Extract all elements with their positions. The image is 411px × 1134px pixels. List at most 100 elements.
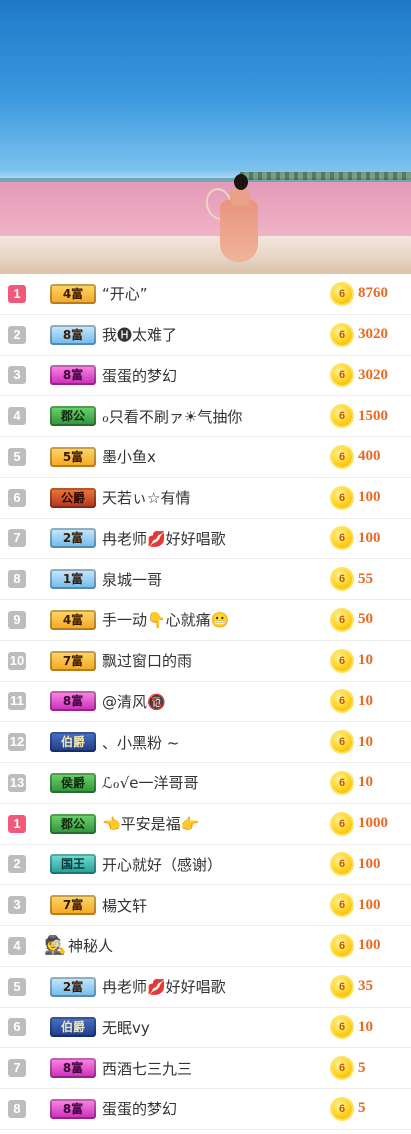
user-name[interactable]: ℒℴ√e一洋哥哥	[102, 772, 199, 793]
user-name[interactable]: 蛋蛋的梦幻	[102, 365, 177, 386]
gift-amount: 100	[358, 529, 381, 546]
ranking-row[interactable]: 8 8富 蛋蛋的梦幻 6 5	[0, 1089, 411, 1130]
rank-number: 9	[8, 610, 26, 629]
level-badge: 7富	[50, 895, 96, 916]
level-badge: 4富	[50, 609, 96, 630]
gift-amount: 100	[358, 489, 381, 506]
level-badge: 伯爵	[50, 732, 96, 753]
ranking-row[interactable]: 2 国王 开心就好（感谢） 6 100	[0, 845, 411, 886]
level-badge: 8富	[50, 324, 96, 345]
coin-icon: 6	[332, 732, 352, 753]
user-name[interactable]: 楊文轩	[102, 895, 147, 916]
user-name[interactable]: 冉老师💋好好唱歌	[102, 528, 226, 549]
ranking-row[interactable]: 6 公爵 天若ぃ☆有情 6 100	[0, 478, 411, 519]
coin-icon: 6	[332, 528, 352, 549]
pink-lake	[0, 182, 411, 242]
sand-shore	[0, 236, 411, 274]
user-name[interactable]: 无眠vy	[102, 1017, 150, 1038]
level-badge: 2富	[50, 528, 96, 549]
coin-icon: 6	[332, 1017, 352, 1038]
ranking-row[interactable]: 5 5富 墨小鱼x 6 400	[0, 437, 411, 478]
ranking-row[interactable]: 4 郡公 ℴ只看不刷ァ☀气抽你 6 1500	[0, 396, 411, 437]
gift-amount: 10	[358, 692, 373, 709]
cover-photo	[0, 0, 411, 274]
coin-icon: 6	[332, 1058, 352, 1079]
ranking-row[interactable]: 1 4富 “开心” 6 8760	[0, 274, 411, 315]
gift-amount: 100	[358, 855, 381, 872]
ranking-row[interactable]: 9 4富 手一动👇心就痛😬 6 50	[0, 600, 411, 641]
ranking-row[interactable]: 4 🕵 神秘人 6 100	[0, 926, 411, 967]
user-name[interactable]: 开心就好（感谢）	[102, 854, 222, 875]
gift-amount: 55	[358, 570, 373, 587]
gift-amount: 8760	[358, 285, 388, 302]
rank-number: 2	[8, 855, 26, 874]
ranking-row[interactable]: 3 7富 楊文轩 6 100	[0, 885, 411, 926]
user-name[interactable]: 我🅗太难了	[102, 324, 177, 345]
gift-amount: 10	[358, 652, 373, 669]
gift-amount: 100	[358, 937, 381, 954]
ranking-row[interactable]: 1 郡公 👈平安是福👉 6 1000	[0, 804, 411, 845]
rank-number: 1	[8, 284, 26, 303]
level-badge: 国王	[50, 854, 96, 875]
ranking-row[interactable]: 3 8富 蛋蛋的梦幻 6 3020	[0, 356, 411, 397]
spy-avatar-icon: 🕵	[44, 934, 67, 956]
user-name[interactable]: 👈平安是福👉	[102, 813, 199, 834]
gift-amount: 50	[358, 611, 373, 628]
level-badge: 2富	[50, 976, 96, 997]
ranking-row[interactable]: 13 侯爵 ℒℴ√e一洋哥哥 6 10	[0, 763, 411, 804]
coin-icon: 6	[332, 772, 352, 793]
rank-number: 6	[8, 1018, 26, 1037]
level-badge: 侯爵	[50, 772, 96, 793]
user-name[interactable]: 神秘人	[68, 935, 113, 956]
user-name[interactable]: 冉老师💋好好唱歌	[102, 976, 226, 997]
ranking-row[interactable]: 6 伯爵 无眠vy 6 10	[0, 1008, 411, 1049]
ranking-row[interactable]: 5 2富 冉老师💋好好唱歌 6 35	[0, 967, 411, 1008]
user-name[interactable]: ℴ只看不刷ァ☀气抽你	[102, 406, 242, 427]
user-name[interactable]: 墨小鱼x	[102, 446, 156, 467]
level-badge: 8富	[50, 691, 96, 712]
rank-number: 4	[8, 936, 26, 955]
user-name[interactable]: “开心”	[102, 283, 148, 304]
user-name[interactable]: 飘过窗口的雨	[102, 650, 192, 671]
user-name[interactable]: 泉城一哥	[102, 569, 162, 590]
user-name[interactable]: @清风🔞	[102, 691, 166, 712]
rank-number: 3	[8, 896, 26, 915]
ranking-row[interactable]: 12 伯爵 、小黑粉 ~ 6 10	[0, 722, 411, 763]
gift-amount: 35	[358, 978, 373, 995]
user-name[interactable]: 、小黑粉 ~	[102, 732, 179, 753]
user-name[interactable]: 天若ぃ☆有情	[102, 487, 190, 508]
level-badge: 8富	[50, 365, 96, 386]
ranking-row[interactable]: 10 7富 飘过窗口的雨 6 10	[0, 641, 411, 682]
coin-icon: 6	[332, 935, 352, 956]
user-name[interactable]: 手一动👇心就痛😬	[102, 609, 229, 630]
coin-icon: 6	[332, 365, 352, 386]
rank-number: 6	[8, 488, 26, 507]
ranking-row[interactable]: 11 8富 @清风🔞 6 10	[0, 682, 411, 723]
gift-amount: 10	[358, 733, 373, 750]
coin-icon: 6	[332, 324, 352, 345]
coin-icon: 6	[332, 813, 352, 834]
distant-trees	[240, 172, 411, 180]
gift-amount: 5	[358, 1059, 366, 1076]
coin-icon: 6	[332, 650, 352, 671]
level-badge: 郡公	[50, 813, 96, 834]
user-name[interactable]: 西酒七三九三	[102, 1058, 192, 1079]
coin-icon: 6	[332, 854, 352, 875]
coin-icon: 6	[332, 446, 352, 467]
level-badge: 4富	[50, 283, 96, 304]
gift-amount: 3020	[358, 366, 388, 383]
ranking-row[interactable]: 7 2富 冉老师💋好好唱歌 6 100	[0, 519, 411, 560]
ranking-row[interactable]: 8 1富 泉城一哥 6 55	[0, 559, 411, 600]
ranking-row[interactable]: 7 8富 西酒七三九三 6 5	[0, 1048, 411, 1089]
coin-icon: 6	[332, 283, 352, 304]
ranking-row[interactable]: 2 8富 我🅗太难了 6 3020	[0, 315, 411, 356]
rank-number: 7	[8, 1059, 26, 1078]
coin-icon: 6	[332, 1098, 352, 1119]
girl-figure-skirt	[220, 200, 258, 262]
level-badge: 7富	[50, 650, 96, 671]
rank-number: 8	[8, 1099, 26, 1118]
rank-number: 10	[8, 651, 26, 670]
rank-number: 3	[8, 366, 26, 385]
user-name[interactable]: 蛋蛋的梦幻	[102, 1098, 177, 1119]
coin-icon: 6	[332, 487, 352, 508]
